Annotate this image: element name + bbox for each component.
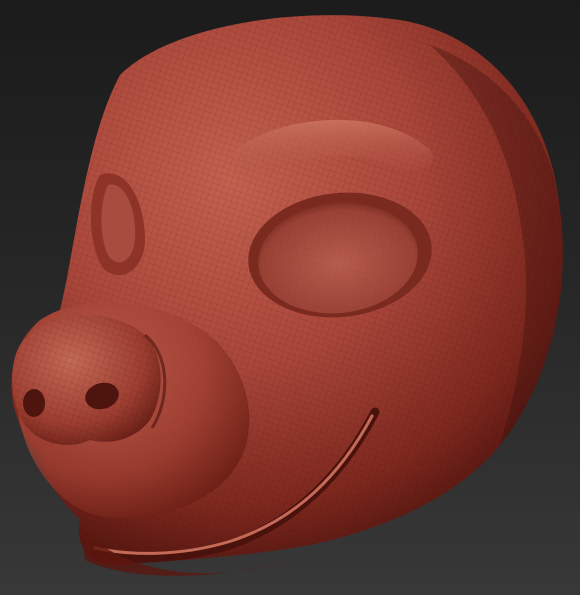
viewport-canvas[interactable]: [0, 0, 580, 595]
sculpt-render: [11, 15, 563, 576]
left-nostril: [23, 389, 45, 417]
